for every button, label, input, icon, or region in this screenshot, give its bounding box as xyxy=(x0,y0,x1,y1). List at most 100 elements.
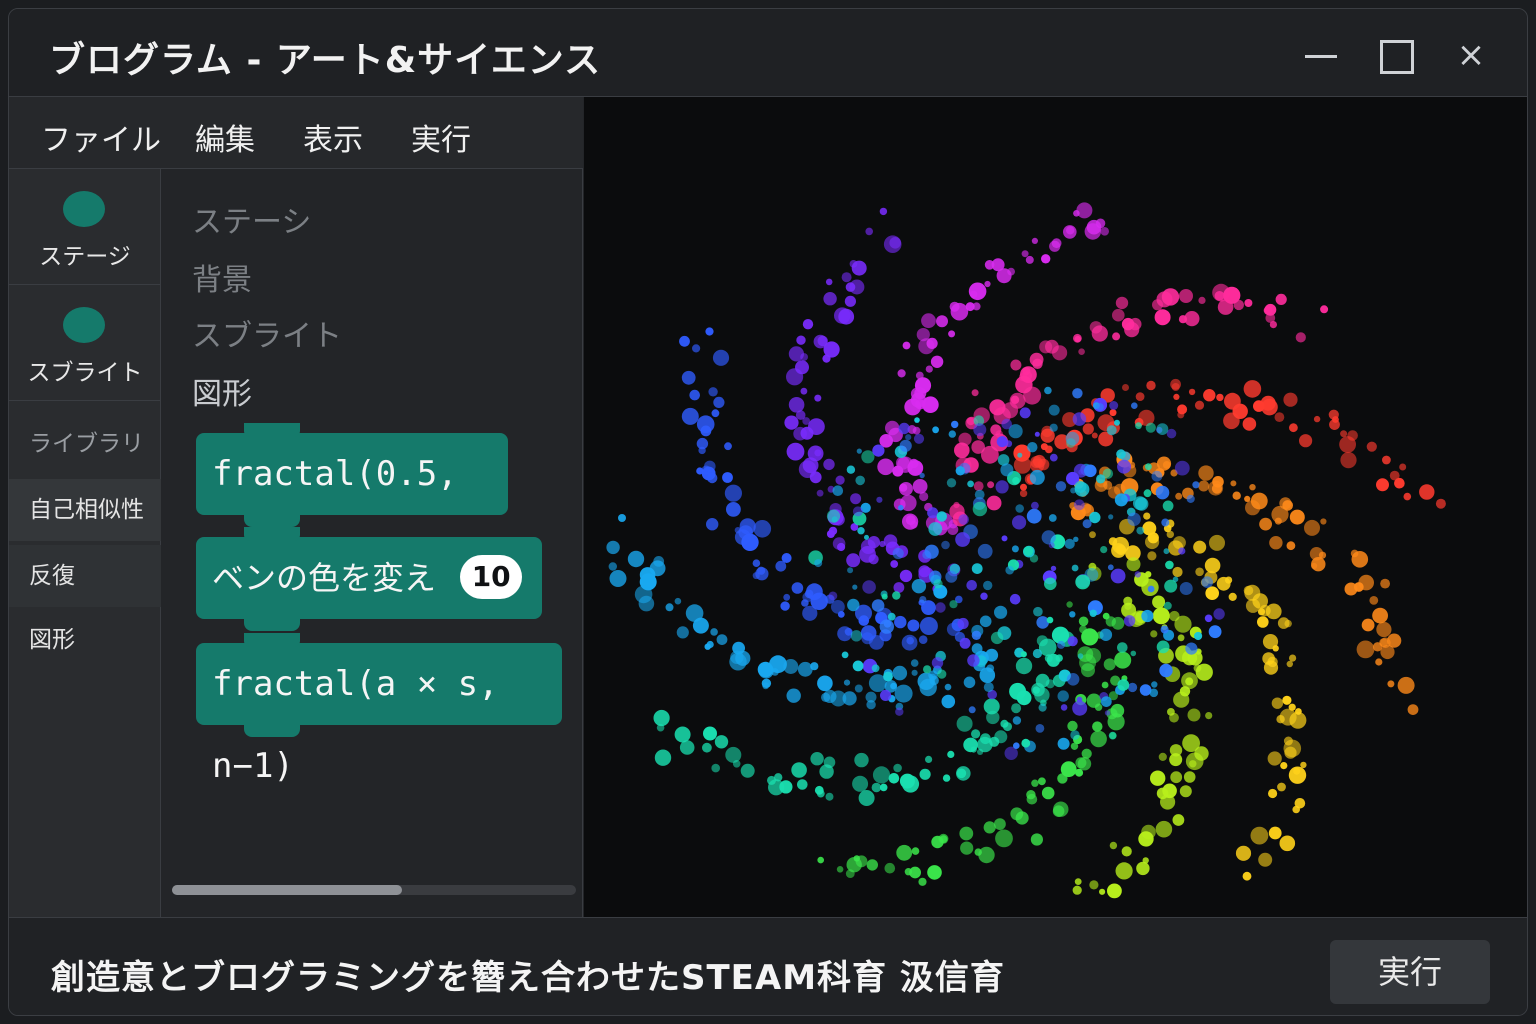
fractal-dot xyxy=(1213,608,1225,620)
fractal-dot xyxy=(1187,708,1201,722)
block-value-input[interactable]: 10 xyxy=(460,555,523,599)
title-bar[interactable]: ブログラム - アート&サイエンス × xyxy=(9,9,1527,97)
fractal-dot xyxy=(836,866,844,873)
fractal-dot xyxy=(1090,730,1107,748)
fractal-dot xyxy=(957,617,969,630)
fractal-dot xyxy=(722,472,733,483)
palette-section-sprite[interactable]: スブライト xyxy=(192,311,342,355)
fractal-dot xyxy=(941,694,956,709)
fractal-dot xyxy=(968,282,987,301)
menu-file[interactable]: ファイル xyxy=(41,115,161,159)
fractal-dot xyxy=(1099,628,1113,641)
menu-run[interactable]: 実行 xyxy=(411,115,471,159)
block-text: fractal(a × s, n−1) xyxy=(212,664,499,786)
fractal-dot xyxy=(1375,658,1383,666)
fractal-dot xyxy=(979,667,996,683)
fractal-dot xyxy=(955,532,970,547)
fractal-dot xyxy=(1044,654,1053,663)
menu-view[interactable]: 表示 xyxy=(303,115,363,159)
fractal-dot xyxy=(1201,576,1213,588)
fractal-dot xyxy=(1048,404,1060,416)
status-caption: 創造意とブログラミングを簪え合わせたSTEAM科育 汲信育 xyxy=(51,958,1005,998)
fractal-dot xyxy=(1198,296,1206,304)
fractal-dot xyxy=(1037,458,1050,471)
fractal-dot xyxy=(858,615,870,626)
fractal-dot xyxy=(865,227,873,236)
fractal-dot xyxy=(1170,771,1183,784)
fractal-dot xyxy=(892,665,908,681)
fractal-dot xyxy=(1166,530,1174,539)
menu-edit[interactable]: 編集 xyxy=(195,115,255,159)
block-fractal-call[interactable]: fractal(0.5, 4) xyxy=(196,423,508,576)
fractal-dot xyxy=(896,844,913,861)
fractal-dot xyxy=(689,389,700,401)
run-button[interactable]: 実行 xyxy=(1330,940,1490,1004)
fractal-dot xyxy=(826,530,835,538)
sidebar-category-library[interactable]: ライブラリ xyxy=(9,413,161,475)
fractal-dot xyxy=(1070,742,1079,750)
fractal-dot xyxy=(724,442,732,451)
fractal-dot xyxy=(1076,696,1083,703)
fractal-dot xyxy=(1304,519,1320,536)
palette-section-stage[interactable]: ステーシ xyxy=(192,197,311,241)
fractal-dot xyxy=(935,602,946,613)
left-sidebar: ステージ スブライト ライブラリ 自己相似性 反復 図形 xyxy=(9,169,161,917)
fractal-dot xyxy=(1185,642,1198,655)
fractal-dot xyxy=(931,657,944,669)
fractal-dot xyxy=(899,773,915,789)
fractal-dot xyxy=(1122,384,1129,391)
fractal-dot xyxy=(1203,389,1216,402)
fractal-dot xyxy=(1204,557,1221,574)
block-fractal-recursive[interactable]: fractal(a × s, n−1) xyxy=(196,633,562,786)
fractal-dot xyxy=(1230,480,1237,487)
fractal-dot xyxy=(883,534,898,548)
minimize-icon[interactable] xyxy=(1297,31,1345,79)
fractal-dot xyxy=(995,480,1009,494)
fractal-dot xyxy=(1100,696,1112,707)
fractal-dot xyxy=(1194,631,1203,641)
fractal-dot xyxy=(1052,805,1065,817)
fractal-dot xyxy=(807,445,824,462)
maximize-icon[interactable] xyxy=(1371,31,1419,79)
fractal-dot xyxy=(890,682,897,690)
fractal-dot xyxy=(1074,878,1082,885)
fractal-dot xyxy=(1141,609,1154,623)
fractal-dot xyxy=(1249,484,1256,491)
fractal-dot xyxy=(1108,731,1117,740)
fractal-dot xyxy=(1135,422,1142,430)
block-change-pen-color[interactable]: ベンの色を変え 10 xyxy=(196,527,542,631)
fractal-dot xyxy=(1264,303,1277,316)
palette-horizontal-scrollbar[interactable] xyxy=(172,885,576,895)
palette-section-shapes[interactable]: 図形 xyxy=(192,369,252,413)
fractal-dot xyxy=(711,763,720,773)
fractal-dot xyxy=(608,562,617,571)
stage-canvas[interactable] xyxy=(584,97,1527,917)
fractal-dot xyxy=(912,479,928,494)
scrollbar-thumb[interactable] xyxy=(172,885,402,895)
fractal-dot xyxy=(705,327,714,336)
fractal-dot xyxy=(893,763,902,773)
fractal-dot xyxy=(855,475,865,486)
sidebar-category-self-similarity[interactable]: 自己相似性 xyxy=(9,479,161,541)
fractal-dot xyxy=(1031,237,1038,244)
close-icon[interactable]: × xyxy=(1447,31,1495,79)
fractal-dot xyxy=(842,691,857,706)
palette-section-backdrop[interactable]: 背景 xyxy=(192,255,252,299)
fractal-dot xyxy=(1001,535,1008,542)
fractal-dot xyxy=(977,748,984,756)
fractal-dot xyxy=(1198,480,1210,492)
fractal-dot xyxy=(1117,459,1132,474)
sidebar-tile-sprite[interactable]: スブライト xyxy=(9,285,161,401)
fractal-dot xyxy=(1031,501,1039,510)
fractal-dot xyxy=(1012,716,1022,725)
sidebar-category-shapes[interactable]: 図形 xyxy=(9,609,161,671)
fractal-dot xyxy=(973,481,984,491)
fractal-dot xyxy=(968,706,976,714)
sidebar-category-repeat[interactable]: 反復 xyxy=(9,545,161,607)
sidebar-tile-stage[interactable]: ステージ xyxy=(9,169,161,285)
fractal-dot xyxy=(959,826,974,841)
fractal-dot xyxy=(983,580,993,591)
fractal-dot xyxy=(1289,654,1297,662)
fractal-dot xyxy=(849,260,858,268)
fractal-dot xyxy=(1271,697,1284,709)
